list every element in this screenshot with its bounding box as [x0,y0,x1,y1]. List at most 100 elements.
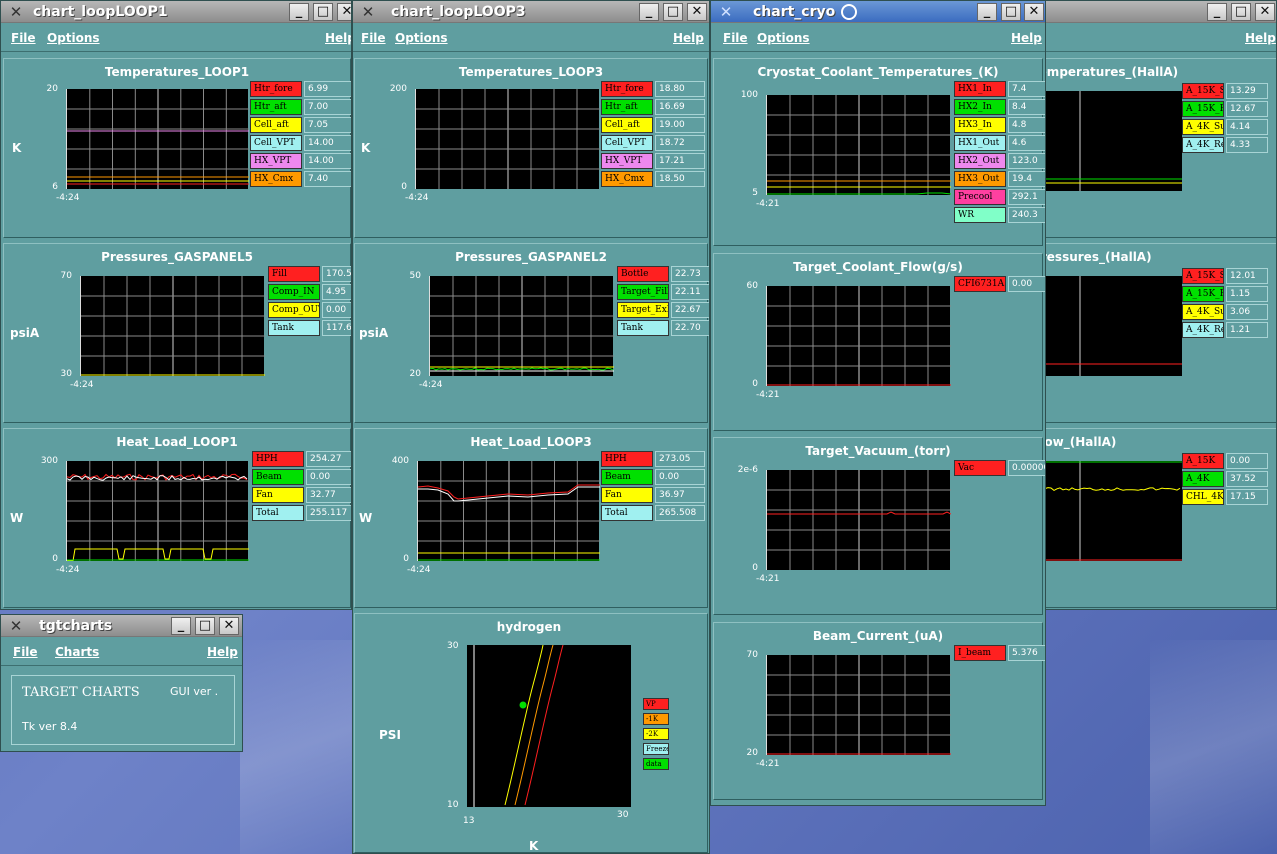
legend-label[interactable]: A_4K [1182,471,1224,487]
menu-options[interactable]: Options [395,31,448,45]
close-button[interactable]: ✕ [1024,3,1044,21]
menu-help[interactable]: Help [673,31,704,45]
legend-label[interactable]: HX3_In [954,117,1006,133]
legend-label[interactable]: I_beam [954,645,1006,661]
hydrogen-legend-label[interactable]: VP [643,698,669,710]
close-button[interactable]: ✕ [1255,3,1275,21]
legend-label[interactable]: HX1_In [954,81,1006,97]
hydrogen-title: hydrogen [496,620,562,634]
legend-label[interactable]: Target_Fill [617,284,669,300]
titlebar[interactable]: _ □ ✕ [1041,1,1276,23]
maximize-button[interactable]: □ [1231,3,1251,21]
legend-label[interactable]: A_15K [1182,453,1224,469]
legend-label[interactable]: HPH [252,451,304,467]
legend-label[interactable]: HX1_Out [954,135,1006,151]
menu-charts[interactable]: Charts [55,645,99,659]
legend-label[interactable]: Cell_aft [250,117,302,133]
legend-value: 0.0000011 [1008,460,1045,476]
legend-label[interactable]: Htr_fore [601,81,653,97]
menu-help[interactable]: Help [325,31,351,45]
legend-value: 4.14 [1226,119,1268,135]
minimize-button[interactable]: _ [1207,3,1227,21]
hydrogen-legend-label[interactable]: Freeze [643,743,669,755]
legend-label[interactable]: Comp_IN [268,284,320,300]
legend-label[interactable]: A_4K_Re [1182,137,1224,153]
hydrogen-ymin: 10 [447,800,459,810]
legend-label[interactable]: Tank [617,320,669,336]
legend-label[interactable]: Precool [954,189,1006,205]
titlebar[interactable]: ✕ chart_loopLOOP1 _ □ ✕ [1,1,351,23]
legend-label[interactable]: A_4K_Su [1182,119,1224,135]
legend-label[interactable]: Target_Exh [617,302,669,318]
legend-label[interactable]: HX2_In [954,99,1006,115]
close-button[interactable]: ✕ [219,617,239,635]
legend-label[interactable]: HX_Cmx [601,171,653,187]
legend-label[interactable]: A_4K_Re [1182,322,1224,338]
minimize-button[interactable]: _ [639,3,659,21]
maximize-button[interactable]: □ [195,617,215,635]
legend-label[interactable]: Htr_aft [601,99,653,115]
minimize-button[interactable]: _ [171,617,191,635]
chart-plot-area [66,461,249,561]
maximize-button[interactable]: □ [663,3,683,21]
legend-label[interactable]: HPH [601,451,653,467]
legend-label[interactable]: A_15K_S [1182,83,1224,99]
maximize-button[interactable]: □ [313,3,333,21]
legend-label[interactable]: A_15K_S [1182,268,1224,284]
menu-help[interactable]: Help [207,645,238,659]
titlebar[interactable]: ✕ tgtcharts _ □ ✕ [1,615,242,637]
legend-label[interactable]: Bottle [617,266,669,282]
legend-label[interactable]: Fill [268,266,320,282]
legend-label[interactable]: A_15K_R [1182,286,1224,302]
legend-label[interactable]: HX_Cmx [250,171,302,187]
legend-label[interactable]: Tank [268,320,320,336]
menu-options[interactable]: Options [757,31,810,45]
legend-label[interactable]: Cell_VPT [601,135,653,151]
legend-label[interactable]: Htr_fore [250,81,302,97]
legend-label[interactable]: WR [954,207,1006,223]
tk-version: Tk ver 8.4 [22,720,78,733]
legend-value: 117.65 [322,320,351,336]
minimize-button[interactable]: _ [289,3,309,21]
menu-file[interactable]: File [13,645,38,659]
legend-value: 265.508 [655,505,705,521]
hydrogen-legend-label[interactable]: data [643,758,669,770]
legend-label[interactable]: Fan [601,487,653,503]
hydrogen-ymax: 30 [447,641,459,651]
titlebar[interactable]: ✕ chart_cryo _ □ ✕ [711,1,1045,23]
legend-label[interactable]: Beam [601,469,653,485]
legend-label[interactable]: Cell_VPT [250,135,302,151]
hydrogen-legend-label[interactable]: -1K [643,713,669,725]
minimize-button[interactable]: _ [977,3,997,21]
legend-label[interactable]: CHL_4K [1182,489,1224,505]
legend-label[interactable]: CFI6731A [954,276,1006,292]
menu-options[interactable]: Options [47,31,100,45]
legend-label[interactable]: HX_VPT [250,153,302,169]
legend-label[interactable]: Total [252,505,304,521]
legend-label[interactable]: A_4K_Su [1182,304,1224,320]
legend-label[interactable]: HX3_Out [954,171,1006,187]
legend-label[interactable]: HX2_Out [954,153,1006,169]
titlebar[interactable]: ✕ chart_loopLOOP3 _ □ ✕ [353,1,709,23]
menu-help[interactable]: Help [1245,31,1276,45]
legend-label[interactable]: Comp_OUT [268,302,320,318]
menu-file[interactable]: File [723,31,748,45]
legend-label[interactable]: Fan [252,487,304,503]
legend-label[interactable]: Cell_aft [601,117,653,133]
hydrogen-legend-label[interactable]: -2K [643,728,669,740]
legend-label[interactable]: Beam [252,469,304,485]
close-button[interactable]: ✕ [337,3,351,21]
legend-value: 4.6 [1008,135,1045,151]
legend-label[interactable]: A_15K_R [1182,101,1224,117]
close-button[interactable]: ✕ [687,3,707,21]
legend-value: 1.21 [1226,322,1268,338]
legend-label[interactable]: Htr_aft [250,99,302,115]
legend-label[interactable]: HX_VPT [601,153,653,169]
menu-file[interactable]: File [11,31,36,45]
legend-label[interactable]: Total [601,505,653,521]
menu-help[interactable]: Help [1011,31,1042,45]
legend-label[interactable]: Vac [954,460,1006,476]
menu-file[interactable]: File [361,31,386,45]
desktop-wallpaper [1150,640,1277,854]
maximize-button[interactable]: □ [1001,3,1021,21]
